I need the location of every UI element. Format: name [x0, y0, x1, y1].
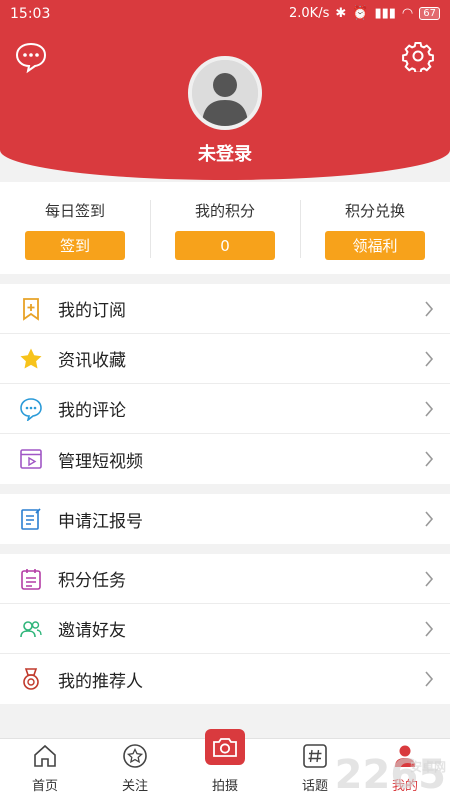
checkin-button[interactable]: 签到	[25, 231, 125, 260]
chevron-right-icon	[425, 621, 434, 637]
menu-item-label: 邀请好友	[58, 621, 126, 641]
camera-button[interactable]	[205, 729, 245, 765]
my-points: 我的积分 0	[150, 182, 300, 274]
hashtag-icon	[303, 744, 327, 768]
chevron-right-icon	[425, 451, 434, 467]
menu-item-point-tasks[interactable]: 积分任务	[0, 554, 450, 604]
menu-item-my-referrer[interactable]: 我的推荐人	[0, 654, 450, 704]
profile-header: 15:03 2.0K/s ✱ ⏰ ▮▮▮ ◠ 67 未登录	[0, 0, 450, 180]
stat-label: 我的积分	[194, 202, 255, 220]
invite-friends-icon	[20, 620, 42, 637]
menu-item-subscriptions[interactable]: 我的订阅	[0, 284, 450, 334]
nav-shoot[interactable]: 拍摄	[180, 729, 270, 800]
chevron-right-icon	[425, 511, 434, 527]
menu-group-points: 积分任务 邀请好友 我的推荐人	[0, 554, 450, 704]
menu-item-apply-account[interactable]: 申请江报号	[0, 494, 450, 544]
chevron-right-icon	[425, 351, 434, 367]
default-avatar-icon	[192, 60, 258, 126]
menu-group-apply: 申请江报号	[0, 494, 450, 544]
stat-label: 每日签到	[44, 202, 105, 220]
bluetooth-icon: ✱	[335, 6, 347, 21]
menu-item-label: 我的评论	[58, 401, 126, 421]
home-icon	[34, 744, 56, 767]
points-exchange: 积分兑换 领福利	[300, 182, 450, 274]
network-speed: 2.0K/s	[289, 6, 330, 21]
daily-checkin: 每日签到 签到	[0, 182, 150, 274]
nav-follow[interactable]: 关注	[90, 739, 180, 800]
profile-icon	[395, 745, 415, 767]
message-icon[interactable]	[14, 40, 48, 74]
medal-icon	[23, 668, 39, 690]
points-button[interactable]: 0	[175, 231, 275, 260]
menu-item-label: 积分任务	[58, 571, 126, 591]
alarm-icon: ⏰	[352, 6, 369, 21]
stats-bar: 每日签到 签到 我的积分 0 积分兑换 领福利	[0, 182, 450, 274]
status-bar: 15:03 2.0K/s ✱ ⏰ ▮▮▮ ◠ 67	[0, 0, 450, 30]
redeem-button[interactable]: 领福利	[325, 231, 425, 260]
menu-item-label: 我的订阅	[58, 301, 126, 321]
status-time: 15:03	[10, 6, 51, 22]
wifi-icon: ◠	[401, 6, 414, 21]
menu-item-label: 资讯收藏	[58, 351, 126, 371]
login-status-text[interactable]: 未登录	[0, 140, 450, 166]
menu-item-label: 申请江报号	[58, 511, 143, 532]
nav-home[interactable]: 首页	[0, 739, 90, 800]
nav-label: 拍摄	[211, 779, 238, 794]
chevron-right-icon	[425, 571, 434, 587]
menu-item-label: 管理短视频	[58, 451, 143, 472]
nav-label: 我的	[391, 779, 418, 794]
stat-label: 积分兑换	[344, 202, 405, 220]
avatar[interactable]	[188, 56, 262, 130]
menu-item-favorites[interactable]: 资讯收藏	[0, 334, 450, 384]
nav-mine[interactable]: 我的	[360, 739, 450, 800]
menu-group-content: 我的订阅 资讯收藏 我的评论 管理短视频	[0, 284, 450, 484]
comment-icon	[20, 397, 42, 421]
nav-label: 关注	[121, 779, 148, 794]
nav-label: 首页	[31, 779, 58, 794]
chevron-right-icon	[425, 401, 434, 417]
chevron-right-icon	[425, 301, 434, 317]
nav-topics[interactable]: 话题	[270, 739, 360, 800]
video-icon	[20, 449, 42, 469]
star-icon	[20, 348, 42, 368]
edit-document-icon	[21, 508, 41, 530]
chevron-right-icon	[425, 671, 434, 687]
camera-icon	[213, 738, 237, 757]
calendar-task-icon	[21, 568, 41, 590]
nav-label: 话题	[301, 779, 328, 794]
follow-star-icon	[123, 744, 147, 768]
status-indicators: 2.0K/s ✱ ⏰ ▮▮▮ ◠ 67	[289, 6, 440, 21]
signal-icon: ▮▮▮	[374, 6, 396, 21]
menu-item-short-videos[interactable]: 管理短视频	[0, 434, 450, 484]
gear-icon[interactable]	[402, 40, 434, 72]
bookmark-add-icon	[23, 297, 39, 321]
battery-indicator: 67	[419, 7, 440, 20]
menu-item-invite-friends[interactable]: 邀请好友	[0, 604, 450, 654]
menu-item-label: 我的推荐人	[58, 671, 143, 692]
bottom-nav: 首页 关注 拍摄 话题 我的	[0, 729, 450, 800]
menu-item-comments[interactable]: 我的评论	[0, 384, 450, 434]
